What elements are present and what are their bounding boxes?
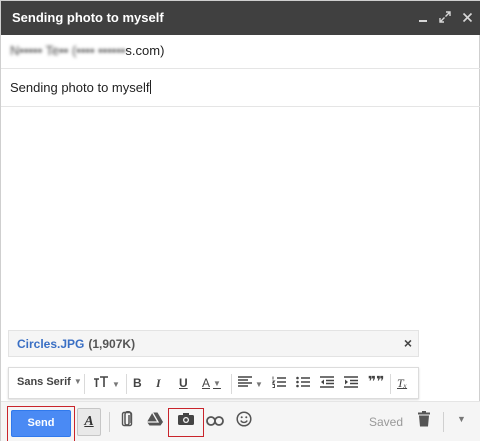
remove-attachment-button[interactable]: × xyxy=(404,335,412,351)
bold-button[interactable]: B xyxy=(133,376,142,390)
emoji-icon[interactable] xyxy=(233,411,255,433)
indent-more-icon xyxy=(344,376,358,388)
italic-button[interactable]: I xyxy=(156,376,161,391)
clear-formatting-button[interactable]: Tₓ xyxy=(397,376,407,391)
compose-bottom-bar: Send A Saved ▼ xyxy=(1,401,480,441)
divider xyxy=(390,374,391,394)
close-icon[interactable] xyxy=(459,9,475,25)
recipient-obscured: N••••• Te•• (•••• •••••• xyxy=(10,43,126,58)
quote-button[interactable]: ❞❞ xyxy=(368,373,384,390)
divider xyxy=(443,412,444,432)
numbered-list-icon xyxy=(271,376,286,388)
divider xyxy=(84,374,85,394)
to-field[interactable]: N••••• Te•• (•••• ••••••s.com) xyxy=(1,35,480,69)
font-family-select[interactable]: Sans Serif ▼ xyxy=(17,376,82,388)
indent-less-icon xyxy=(320,376,334,388)
text-caret xyxy=(150,80,152,94)
attachment-size: (1,907K) xyxy=(88,337,136,351)
drive-icon[interactable] xyxy=(144,411,166,433)
recipient-visible: s.com) xyxy=(125,43,165,58)
formatting-toolbar: Sans Serif ▼ ▼ B I U A ▼ ▼ ❞❞ Tₓ xyxy=(8,367,419,399)
saved-status: Saved xyxy=(369,415,404,429)
numbered-list-button[interactable] xyxy=(271,376,286,391)
recipient-text: N••••• Te•• (•••• ••••••s.com) xyxy=(10,43,164,58)
link-icon[interactable] xyxy=(204,411,226,433)
trash-icon[interactable] xyxy=(413,411,435,433)
popout-icon[interactable] xyxy=(437,9,453,25)
photo-highlight-box xyxy=(168,408,204,437)
compose-titlebar[interactable]: Sending photo to myself xyxy=(1,1,480,35)
subject-field[interactable]: Sending photo to myself xyxy=(1,69,480,107)
font-size-icon xyxy=(94,376,108,387)
divider xyxy=(109,412,110,432)
indent-less-button[interactable] xyxy=(320,376,334,391)
chevron-down-icon[interactable]: ▼ xyxy=(457,414,466,424)
text-color-button[interactable]: A ▼ xyxy=(202,376,221,390)
attachment-link[interactable]: Circles.JPG (1,907K) xyxy=(17,337,135,351)
attachment-chip: Circles.JPG (1,907K) × xyxy=(8,330,419,357)
bulleted-list-icon xyxy=(296,376,310,388)
paperclip-icon[interactable] xyxy=(116,410,138,433)
align-icon xyxy=(238,376,252,387)
font-family-label: Sans Serif xyxy=(17,376,71,388)
text-color-glyph: A xyxy=(202,376,211,390)
subject-text: Sending photo to myself xyxy=(10,80,152,95)
divider xyxy=(231,374,232,394)
formatting-options-button[interactable]: A xyxy=(77,408,101,436)
attachment-name: Circles.JPG xyxy=(17,337,85,351)
send-highlight-box xyxy=(7,406,75,441)
subject-value: Sending photo to myself xyxy=(10,80,150,95)
underline-button[interactable]: U xyxy=(179,376,188,390)
divider xyxy=(126,374,127,394)
bulleted-list-button[interactable] xyxy=(296,376,310,391)
align-button[interactable]: ▼ xyxy=(238,376,263,391)
compose-window: Sending photo to myself N••••• Te•• (•••… xyxy=(0,0,480,441)
indent-more-button[interactable] xyxy=(344,376,358,391)
window-title: Sending photo to myself xyxy=(12,10,164,25)
font-size-button[interactable]: ▼ xyxy=(93,376,120,391)
minimize-icon[interactable] xyxy=(415,9,431,25)
